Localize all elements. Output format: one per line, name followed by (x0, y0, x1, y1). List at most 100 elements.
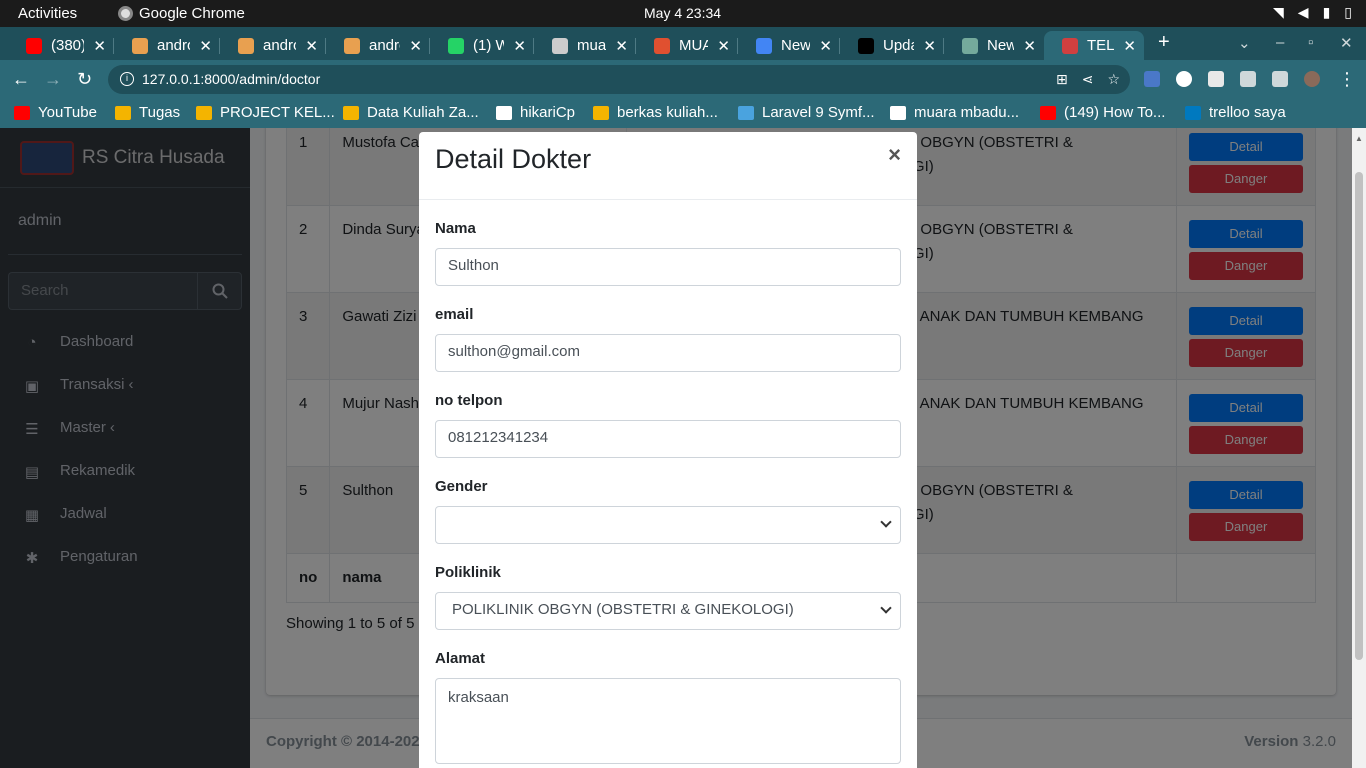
tab-title: New T (781, 37, 810, 54)
tab-title: andro (157, 37, 190, 54)
tab-close-icon[interactable]: ✕ (409, 37, 422, 55)
extensions-puzzle-icon[interactable] (1240, 71, 1256, 87)
mic-icon: ▮ (1322, 4, 1331, 20)
tab-title: MUAR (679, 37, 708, 54)
tab-close-icon[interactable]: ✕ (305, 37, 318, 55)
tab-favicon-icon (448, 37, 464, 54)
browser-tab[interactable]: TELEM ✕ (1044, 31, 1144, 60)
browser-tab[interactable]: MUAR ✕ (636, 31, 738, 60)
email-label: email (435, 306, 474, 323)
bookmark-favicon-icon (1040, 105, 1056, 120)
page-scrollbar[interactable]: ▲ (1352, 128, 1366, 768)
tab-close-icon[interactable]: ✕ (1023, 37, 1036, 55)
bookmark-label: PROJECT KEL... (220, 104, 335, 121)
tab-close-icon[interactable]: ✕ (923, 37, 936, 55)
poli-label: Poliklinik (435, 564, 501, 581)
reload-icon[interactable]: ↻ (77, 69, 92, 90)
bookmark-item[interactable]: Laravel 9 Symf... (738, 104, 875, 121)
reading-list-icon[interactable] (1208, 71, 1224, 87)
gender-label: Gender (435, 478, 488, 495)
address-bar[interactable]: i 127.0.0.1:8000/admin/doctor ⊞ ⋖ ☆ (108, 65, 1130, 94)
bookmark-item[interactable]: muara mbadu... (890, 104, 1019, 121)
browser-tab[interactable]: andro ✕ (114, 31, 220, 60)
profile-avatar[interactable] (1304, 71, 1320, 87)
browser-tab[interactable]: New c ✕ (944, 31, 1044, 60)
alamat-textarea[interactable]: kraksaan (435, 678, 901, 764)
bookmarks-bar: YouTube Tugas PROJECT KEL... Data Kuliah Za… (0, 98, 1366, 128)
alamat-label: Alamat (435, 650, 486, 667)
new-tab-button[interactable]: + (1158, 31, 1170, 54)
tab-title: (1) Wh (473, 37, 504, 54)
bookmark-item[interactable]: Data Kuliah Za... (343, 104, 479, 121)
side-panel-icon[interactable] (1272, 71, 1288, 87)
browser-tab[interactable]: (1) Wh ✕ (430, 31, 534, 60)
bookmark-item[interactable]: PROJECT KEL... (196, 104, 335, 121)
bookmark-label: trelloo saya (1209, 104, 1286, 121)
minimize-icon[interactable]: – (1276, 34, 1284, 51)
email-field[interactable]: sulthon@gmail.com (435, 334, 901, 372)
tab-title: (380) (51, 37, 84, 54)
tab-close-icon[interactable]: ✕ (1123, 37, 1136, 55)
bookmark-item[interactable]: berkas kuliah... (593, 104, 718, 121)
maximize-icon[interactable]: ▫ (1308, 34, 1313, 51)
extension-icon[interactable] (1176, 71, 1192, 87)
browser-tab[interactable]: (380) ✕ (8, 31, 114, 60)
tab-close-icon[interactable]: ✕ (717, 37, 730, 55)
clock[interactable]: May 4 23:34 (644, 5, 721, 21)
modal-title: Detail Dokter (435, 144, 592, 174)
scrollbar-thumb[interactable] (1355, 172, 1363, 660)
bookmark-item[interactable]: trelloo saya (1185, 104, 1286, 121)
bookmark-star-icon[interactable]: ☆ (1107, 65, 1120, 94)
translate-extension-icon[interactable] (1144, 71, 1160, 87)
browser-tab[interactable]: muara ✕ (534, 31, 636, 60)
bookmark-favicon-icon (890, 105, 906, 120)
share-icon[interactable]: ⋖ (1082, 65, 1094, 94)
close-window-icon[interactable]: ✕ (1340, 34, 1353, 52)
menu-icon[interactable]: ⋮ (1338, 69, 1356, 90)
bookmark-favicon-icon (14, 105, 30, 120)
bookmark-item[interactable]: YouTube (14, 104, 97, 121)
bookmark-item[interactable]: Tugas (115, 104, 180, 121)
translate-icon[interactable]: ⊞ (1056, 65, 1068, 94)
back-icon[interactable]: ← (12, 69, 30, 90)
poli-select[interactable]: POLIKLINIK OBGYN (OBSTETRI & GINEKOLOGI) (435, 592, 901, 630)
close-icon[interactable]: × (888, 142, 901, 168)
activities-button[interactable]: Activities (18, 5, 77, 22)
tab-favicon-icon (238, 37, 254, 54)
gender-select[interactable] (435, 506, 901, 544)
app-name: Google Chrome (139, 5, 245, 22)
system-tray[interactable]: ◥ ◀ ▮ ▯ (1273, 4, 1352, 21)
poli-value: POLIKLINIK OBGYN (OBSTETRI & GINEKOLOGI) (452, 601, 794, 618)
url-text[interactable]: 127.0.0.1:8000/admin/doctor (142, 71, 320, 87)
nama-field[interactable]: Sulthon (435, 248, 901, 286)
telpon-field[interactable]: 081212341234 (435, 420, 901, 458)
app-menu[interactable]: Google Chrome (118, 5, 245, 22)
bookmark-label: (149) How To... (1064, 104, 1166, 121)
bookmark-favicon-icon (196, 105, 212, 120)
bookmark-item[interactable]: (149) How To... (1040, 104, 1165, 121)
tab-favicon-icon (344, 37, 360, 54)
tab-close-icon[interactable]: ✕ (93, 37, 106, 55)
bookmark-item[interactable]: hikariCp (496, 104, 575, 121)
chrome-icon (118, 6, 133, 21)
browser-tab[interactable]: Updat ✕ (840, 31, 944, 60)
browser-tab[interactable]: andro ✕ (220, 31, 326, 60)
alamat-group: Alamat kraksaan (435, 630, 901, 764)
tab-title: Updat (883, 37, 914, 54)
browser-tab[interactable]: andro ✕ (326, 31, 430, 60)
tab-title: andro (263, 37, 296, 54)
tab-close-icon[interactable]: ✕ (819, 37, 832, 55)
tab-close-icon[interactable]: ✕ (199, 37, 212, 55)
bookmark-label: muara mbadu... (914, 104, 1020, 121)
tab-close-icon[interactable]: ✕ (615, 37, 628, 55)
modal-body: Nama Sulthon email sulthon@gmail.com no … (419, 200, 917, 764)
gender-group: Gender (435, 458, 901, 544)
browser-tab[interactable]: New T ✕ (738, 31, 840, 60)
scroll-up-icon[interactable]: ▲ (1355, 134, 1363, 143)
site-info-icon[interactable]: i (120, 72, 134, 86)
bookmark-label: Data Kuliah Za... (367, 104, 479, 121)
tab-search-icon[interactable]: ⌄ (1238, 34, 1251, 52)
forward-icon[interactable]: → (44, 69, 62, 90)
chevron-down-icon (880, 602, 892, 614)
tab-close-icon[interactable]: ✕ (513, 37, 526, 55)
